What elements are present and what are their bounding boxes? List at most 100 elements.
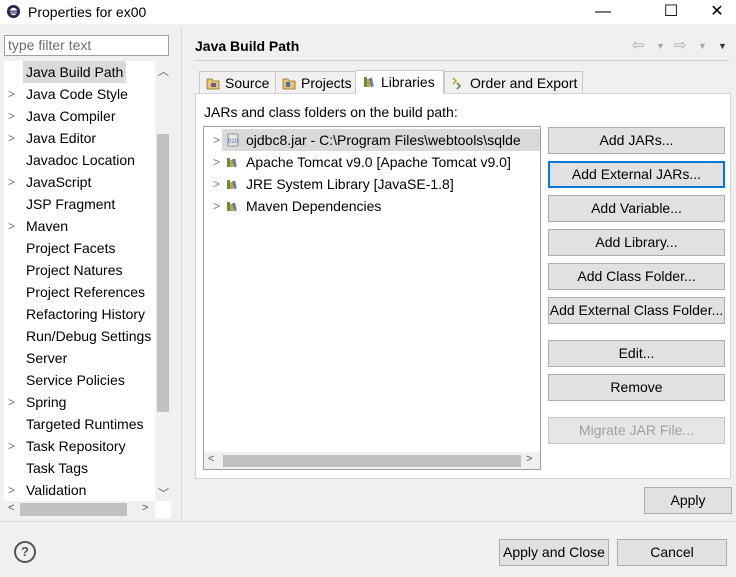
back-menu-icon[interactable]: ▼ [656, 41, 665, 51]
add-external-jars-button[interactable]: Add External JARs... [548, 161, 725, 188]
migrate-jar-button[interactable]: Migrate JAR File... [548, 417, 725, 444]
library-hscroll-thumb[interactable] [223, 455, 521, 467]
add-class-folder-button[interactable]: Add Class Folder... [548, 263, 725, 290]
nav-item[interactable]: Server [4, 347, 154, 369]
nav-item[interactable]: Run/Debug Settings [4, 325, 154, 347]
add-variable-button[interactable]: Add Variable... [548, 195, 725, 222]
filter-field[interactable] [4, 35, 169, 56]
nav-item[interactable]: Service Policies [4, 369, 154, 391]
nav-item-label: Refactoring History [26, 306, 146, 322]
help-icon[interactable]: ? [14, 541, 36, 563]
expand-chevron-icon[interactable]: > [8, 83, 20, 105]
nav-item[interactable]: > Task Repository [4, 435, 154, 457]
close-button[interactable]: ✕ [694, 0, 736, 24]
nav-item[interactable]: > Java Editor [4, 127, 154, 149]
expand-chevron-icon[interactable]: > [8, 391, 20, 413]
scroll-up-icon[interactable]: ︿ [158, 63, 169, 79]
minimize-icon: — [595, 3, 611, 20]
nav-item[interactable]: Project References [4, 281, 154, 303]
view-menu-icon[interactable]: ▼ [718, 41, 727, 51]
order-export-icon [452, 77, 462, 90]
expand-chevron-icon[interactable]: > [8, 215, 20, 237]
expand-chevron-icon[interactable]: > [8, 171, 20, 193]
nav-item-label: JavaScript [26, 174, 92, 190]
add-library-button[interactable]: Add Library... [548, 229, 725, 256]
expand-chevron-icon[interactable]: > [8, 127, 20, 149]
nav-item[interactable]: Targeted Runtimes [4, 413, 154, 435]
nav-item-label: Javadoc Location [26, 152, 135, 168]
nav-item[interactable]: Project Natures [4, 259, 154, 281]
nav-item-label: Server [26, 350, 68, 366]
scroll-down-icon[interactable]: ﹀ [158, 485, 169, 501]
tab-libraries[interactable]: Libraries [355, 70, 444, 94]
nav-scroll-thumb[interactable] [157, 134, 169, 412]
footer-separator [0, 521, 736, 522]
page-title: Java Build Path [195, 38, 300, 54]
nav-item-label: Project Facets [26, 240, 116, 256]
property-page-tree[interactable]: Java Build Path > Java Code Style > Java Com… [4, 61, 171, 518]
forward-menu-icon[interactable]: ▼ [698, 41, 707, 51]
expand-chevron-icon[interactable]: > [8, 479, 20, 501]
header-separator [195, 60, 729, 61]
nav-item-label: Service Policies [26, 372, 125, 388]
expand-chevron-icon[interactable]: > [8, 435, 20, 457]
minimize-button[interactable]: — [580, 0, 626, 24]
expand-chevron-icon[interactable]: > [213, 195, 220, 217]
nav-item[interactable]: > Java Compiler [4, 105, 154, 127]
filter-input[interactable] [8, 36, 166, 54]
expand-chevron-icon[interactable]: > [213, 151, 220, 173]
tab-source[interactable]: Source [199, 71, 276, 94]
remove-button[interactable]: Remove [548, 374, 725, 401]
expand-chevron-icon[interactable]: > [8, 105, 20, 127]
nav-item[interactable]: > Java Code Style [4, 83, 154, 105]
tab-projects[interactable]: Projects [275, 71, 356, 94]
nav-item[interactable]: Task Tags [4, 457, 154, 479]
pane-splitter[interactable] [181, 27, 182, 521]
cancel-button[interactable]: Cancel [617, 539, 727, 566]
nav-item[interactable]: Project Facets [4, 237, 154, 259]
nav-item-label: Spring [26, 394, 67, 410]
expand-chevron-icon[interactable]: > [213, 129, 220, 151]
nav-item[interactable]: > Validation [4, 479, 154, 501]
nav-item-label: Validation [26, 482, 87, 498]
library-tree[interactable]: > 010 ojdbc8.jar - C:\Program Files\webt… [203, 126, 541, 470]
add-jars-button[interactable]: Add JARs... [548, 127, 725, 154]
apply-and-close-button[interactable]: Apply and Close [499, 539, 609, 566]
edit-button[interactable]: Edit... [548, 340, 725, 367]
back-icon[interactable]: ⇦ [632, 36, 645, 54]
nav-item[interactable]: JSP Fragment [4, 193, 154, 215]
close-icon: ✕ [710, 3, 724, 20]
library-item[interactable]: > 010 ojdbc8.jar - C:\Program Files\webt… [213, 129, 540, 151]
forward-icon[interactable]: ⇨ [674, 36, 687, 54]
nav-item-label: Java Compiler [26, 108, 116, 124]
projects-folder-icon [282, 78, 296, 90]
nav-item[interactable]: > JavaScript [4, 171, 154, 193]
nav-item-label: Task Repository [26, 438, 126, 454]
nav-item[interactable]: Javadoc Location [4, 149, 154, 171]
tab-order-and-export[interactable]: Order and Export [444, 71, 583, 94]
maximize-icon: ☐ [663, 3, 679, 20]
scroll-left-icon[interactable]: < [8, 502, 14, 514]
expand-chevron-icon[interactable]: > [213, 173, 220, 195]
nav-item-label: Targeted Runtimes [26, 416, 144, 432]
nav-item[interactable]: > Spring [4, 391, 154, 413]
library-item[interactable]: > JRE System Library [JavaSE-1.8] [204, 173, 534, 195]
add-external-class-folder-button[interactable]: Add External Class Folder... [548, 297, 725, 324]
apply-button[interactable]: Apply [644, 487, 732, 514]
library-item[interactable]: > Maven Dependencies [204, 195, 534, 217]
eclipse-icon [6, 4, 21, 19]
window-title: Properties for ex00 [28, 4, 147, 20]
jar-icon: 010 [227, 133, 239, 147]
library-item[interactable]: > Apache Tomcat v9.0 [Apache Tomcat v9.0… [204, 151, 534, 173]
maximize-button[interactable]: ☐ [648, 0, 694, 24]
scroll-right-icon[interactable]: > [142, 502, 148, 514]
nav-item-label: Task Tags [26, 460, 88, 476]
build-path-label: JARs and class folders on the build path… [204, 104, 458, 120]
nav-item[interactable]: > Maven [4, 215, 154, 237]
nav-hscroll-thumb[interactable] [20, 503, 127, 516]
nav-item-label: Maven [26, 218, 69, 234]
nav-item[interactable]: Refactoring History [4, 303, 154, 325]
scroll-left-icon[interactable]: < [208, 453, 214, 465]
scroll-right-icon[interactable]: > [526, 453, 532, 465]
nav-item[interactable]: Java Build Path [4, 61, 154, 83]
